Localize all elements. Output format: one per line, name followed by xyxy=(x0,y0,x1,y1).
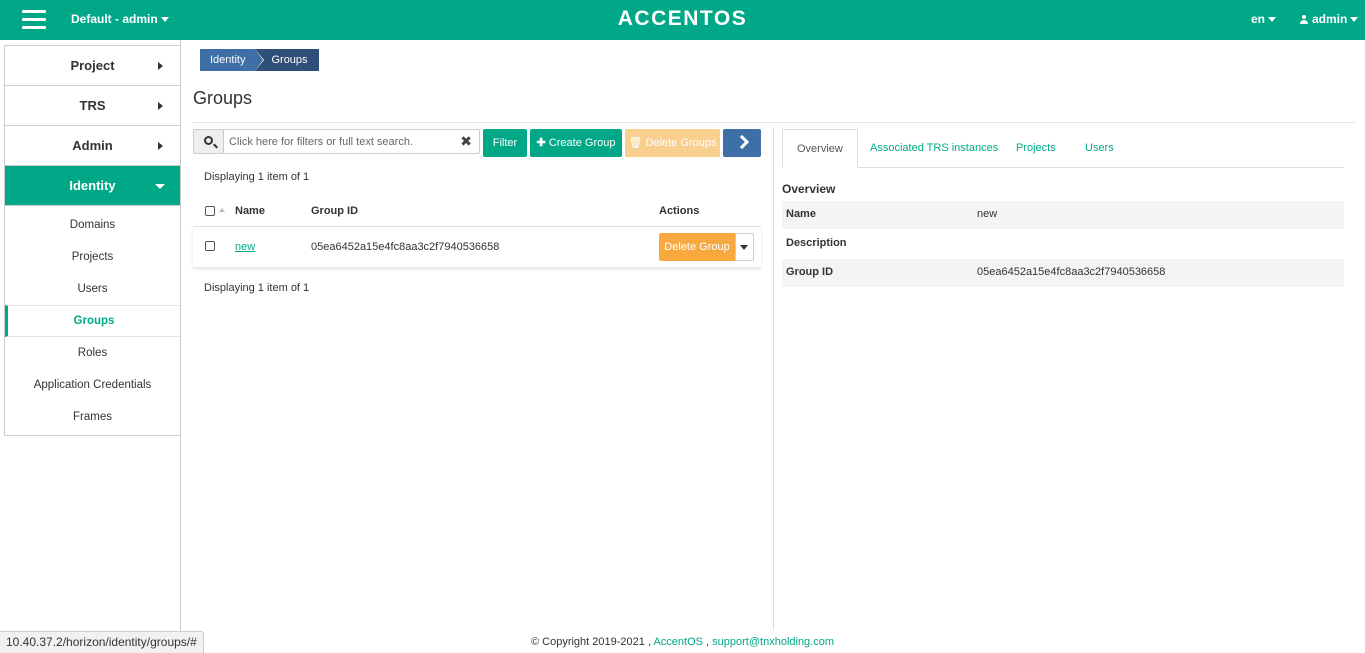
tab-overview[interactable]: Overview xyxy=(782,129,858,168)
sidebar-item-project[interactable]: Project xyxy=(5,46,180,86)
tab-users[interactable]: Users xyxy=(1085,129,1114,168)
sidebar-item-label: Admin xyxy=(72,138,113,153)
create-group-button[interactable]: ✚ Create Group xyxy=(530,129,622,157)
sidebar-item-label: Identity xyxy=(69,178,116,193)
sidebar-item-label: Project xyxy=(70,58,115,73)
table-count-top: Displaying 1 item of 1 xyxy=(204,171,310,183)
sidebar-subitem-groups[interactable]: Groups xyxy=(5,305,180,337)
chevron-down-icon xyxy=(155,184,165,189)
page-title: Groups xyxy=(193,88,253,108)
create-group-label: Create Group xyxy=(548,137,616,149)
sidebar-subitem-users[interactable]: Users xyxy=(5,273,180,305)
language-switcher[interactable]: en xyxy=(1251,12,1277,26)
detail-value: 05ea6452a15e4fc8aa3c2f7940536658 xyxy=(977,266,1166,278)
column-header-name[interactable]: Name xyxy=(235,205,265,217)
project-switcher[interactable]: Default - admin xyxy=(71,12,169,26)
chevron-right-icon xyxy=(158,142,163,150)
chevron-right-icon xyxy=(734,134,750,150)
search-field: ✖ xyxy=(193,129,480,154)
table-count-bottom: Displaying 1 item of 1 xyxy=(204,282,310,294)
product-link[interactable]: AccentOS xyxy=(653,636,703,648)
sidebar-subitem-domains[interactable]: Domains xyxy=(5,209,180,241)
top-navbar: Default - admin ACCENTOS en admin xyxy=(0,0,1365,40)
support-link[interactable]: support@tnxholding.com xyxy=(712,636,834,648)
sidebar: Project TRS Admin Identity Domains Proje… xyxy=(4,45,181,436)
tab-associated-trs-instances[interactable]: Associated TRS instances xyxy=(870,129,998,168)
filter-button[interactable]: Filter xyxy=(483,129,527,157)
sidebar-item-identity[interactable]: Identity xyxy=(5,166,180,206)
group-id-cell: 05ea6452a15e4fc8aa3c2f7940536658 xyxy=(311,241,500,253)
row-actions-dropdown[interactable] xyxy=(735,233,754,261)
detail-label: Name xyxy=(786,208,816,220)
delete-group-button[interactable]: Delete Group xyxy=(659,233,735,261)
chevron-down-icon xyxy=(740,245,748,250)
title-divider xyxy=(193,122,1355,123)
project-switch-label: Default - admin xyxy=(71,12,158,26)
chevron-down-icon xyxy=(1350,17,1359,23)
tab-projects[interactable]: Projects xyxy=(1016,129,1056,168)
chevron-right-icon xyxy=(158,62,163,70)
breadcrumb-identity[interactable]: Identity xyxy=(200,49,265,71)
copyright-text: © Copyright 2019-2021 , xyxy=(530,636,651,648)
row-checkbox[interactable] xyxy=(205,241,215,251)
user-label: admin xyxy=(1312,12,1348,26)
user-menu[interactable]: admin xyxy=(1300,12,1359,26)
footer-separator: , xyxy=(706,636,710,648)
breadcrumb-groups[interactable]: Groups xyxy=(255,49,319,71)
overview-title: Overview xyxy=(782,182,836,196)
select-all-checkbox[interactable] xyxy=(205,206,215,216)
trash-icon: 🗑 xyxy=(628,137,646,149)
sidebar-subitem-roles[interactable]: Roles xyxy=(5,337,180,369)
plus-icon: ✚ xyxy=(536,137,549,149)
column-header-actions: Actions xyxy=(659,205,700,217)
toggle-detail-button[interactable] xyxy=(723,129,761,157)
footer: © Copyright 2019-2021 , AccentOS , suppo… xyxy=(0,636,1365,648)
sidebar-item-trs[interactable]: TRS xyxy=(5,86,180,126)
language-label: en xyxy=(1251,12,1266,26)
detail-tabs: Overview Associated TRS instances Projec… xyxy=(782,129,1344,168)
sidebar-subitem-projects[interactable]: Projects xyxy=(5,241,180,273)
sidebar-subitem-frames[interactable]: Frames xyxy=(5,401,180,433)
delete-groups-label: Delete Groups xyxy=(645,137,717,149)
sort-icon[interactable] xyxy=(219,208,225,212)
delete-groups-button[interactable]: 🗑 Delete Groups xyxy=(625,129,720,157)
search-input[interactable] xyxy=(225,130,455,153)
sidebar-item-label: TRS xyxy=(79,98,106,113)
detail-label: Description xyxy=(786,237,847,249)
detail-label: Group ID xyxy=(786,266,834,278)
sidebar-item-admin[interactable]: Admin xyxy=(5,126,180,166)
column-header-group-id[interactable]: Group ID xyxy=(311,205,358,217)
chevron-right-icon xyxy=(158,102,163,110)
close-icon[interactable]: ✖ xyxy=(460,133,472,150)
panel-divider xyxy=(773,128,774,630)
breadcrumb: Identity Groups xyxy=(200,49,319,71)
detail-row-description: Description xyxy=(782,230,1344,258)
chevron-down-icon xyxy=(1268,17,1277,23)
browser-status-url: 10.40.37.2/horizon/identity/groups/# xyxy=(0,631,204,653)
detail-value: new xyxy=(977,208,998,220)
search-icon xyxy=(204,136,213,145)
group-name-link[interactable]: new xyxy=(235,241,255,253)
detail-row-name: Name new xyxy=(782,201,1344,229)
search-addon xyxy=(194,130,224,153)
chevron-down-icon xyxy=(160,17,169,23)
sidebar-subitem-app-credentials[interactable]: Application Credentials xyxy=(5,369,180,401)
detail-row-group-id: Group ID 05ea6452a15e4fc8aa3c2f794053665… xyxy=(782,259,1344,287)
user-icon xyxy=(1300,15,1308,24)
menu-toggle-icon[interactable] xyxy=(22,10,46,30)
brand-logo: ACCENTOS xyxy=(617,7,748,30)
